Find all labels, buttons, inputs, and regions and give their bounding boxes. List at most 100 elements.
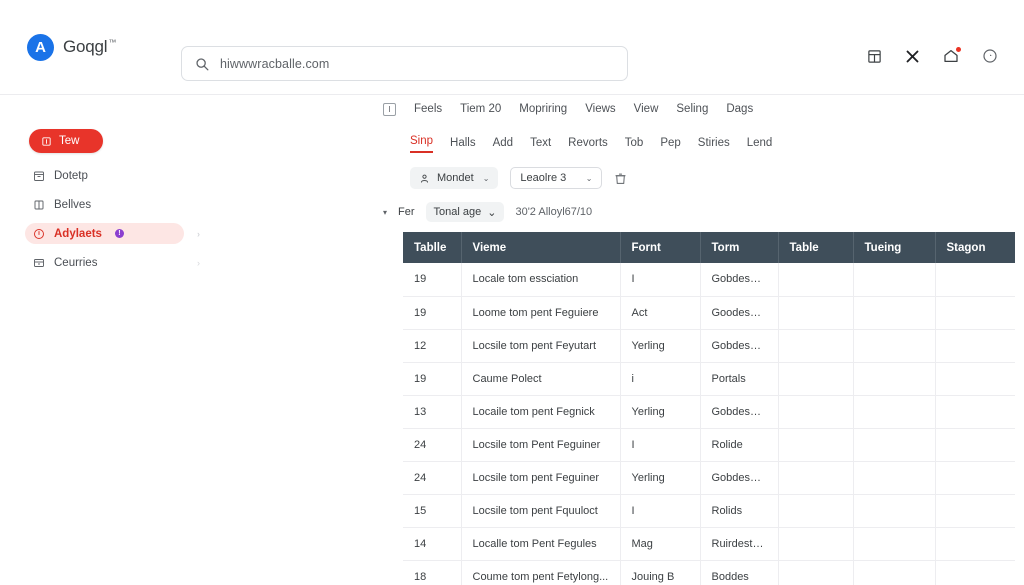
menu-item-view[interactable]: View — [634, 103, 659, 115]
leaolre-select-dropdown[interactable]: Leaolre 3 ⌄ — [510, 167, 603, 189]
cell-tueing — [853, 296, 936, 330]
person-filter-label: Mondet — [437, 172, 474, 184]
cell-stagon — [935, 263, 1015, 297]
cell-tueing — [853, 428, 936, 462]
sidebar-item-bellves[interactable]: Bellves — [29, 194, 184, 215]
cell-tablle: 19 — [403, 362, 462, 396]
cell-stagon — [935, 428, 1015, 462]
app-header: A Goqgl™ hiwwwracballe.com — [0, 0, 1024, 95]
column-header-vieme[interactable]: Vieme — [461, 232, 621, 263]
data-table-container: Tablle Vieme Fornt Torm Table Tueing Sta… — [403, 232, 1015, 585]
alert-circle-icon — [34, 228, 44, 239]
tab-halls[interactable]: Halls — [450, 137, 476, 153]
sidebar-item-label: Adylaets — [54, 227, 102, 240]
sidebar: Tew Dotetp Bellves Adylaets ! › Ceurries… — [0, 95, 200, 585]
table-row[interactable]: 14 Localle tom Pent Fegules Mag Ruirdest… — [403, 527, 1015, 561]
table-row[interactable]: 12 Locsile tom pent Feyutart Yerling Gob… — [403, 329, 1015, 363]
cell-vieme: Locsile tom Pent Feguiner — [461, 428, 621, 462]
cell-table — [778, 527, 854, 561]
cell-tablle: 12 — [403, 329, 462, 363]
table-row[interactable]: 18 Coume tom pent Fetylong... Jouing B B… — [403, 560, 1015, 585]
column-header-tablle[interactable]: Tablle — [403, 232, 462, 263]
table-row[interactable]: 13 Locaile tom pent Fegnick Yerling Gobd… — [403, 395, 1015, 429]
sidebar-nav: Dotetp Bellves Adylaets ! › Ceurries › — [0, 165, 200, 273]
column-header-stagon[interactable]: Stagon — [935, 232, 1015, 263]
menu-item-dags[interactable]: Dags — [726, 103, 753, 115]
cell-table — [778, 428, 854, 462]
tonal-age-dropdown[interactable]: Tonal age ⌄ — [425, 202, 505, 222]
menu-item-tiem-20[interactable]: Tiem 20 — [460, 103, 501, 115]
cell-stagon — [935, 395, 1015, 429]
cell-fornt: Mag — [620, 527, 701, 561]
cell-fornt: I — [620, 428, 701, 462]
cell-fornt: Jouing B — [620, 560, 701, 585]
search-input[interactable]: hiwwwracballe.com — [181, 46, 628, 81]
sidebar-item-badge: ! — [114, 229, 124, 238]
tab-stiries[interactable]: Stiries — [698, 137, 730, 153]
table-row[interactable]: 19 Caume Polect i Portals — [403, 362, 1015, 396]
home-icon[interactable] — [943, 47, 961, 64]
cell-vieme: Loome tom pent Feguiere — [461, 296, 621, 330]
sidebar-item-dotetp[interactable]: Dotetp — [29, 165, 184, 186]
tab-pep[interactable]: Pep — [660, 137, 680, 153]
cell-torm: Boddes — [700, 560, 779, 585]
cell-tueing — [853, 461, 936, 495]
column-header-torm[interactable]: Torm — [700, 232, 779, 263]
cell-stagon — [935, 494, 1015, 528]
sidebar-item-adylaets[interactable]: Adylaets ! › — [25, 223, 200, 244]
close-icon[interactable] — [905, 49, 920, 64]
table-row[interactable]: 24 Locsile tom pent Feguiner Yerling Gob… — [403, 461, 1015, 495]
header-actions — [867, 47, 998, 64]
grid-icon[interactable] — [867, 49, 882, 64]
menu-square-icon[interactable]: I — [383, 102, 396, 116]
menu-item-seling[interactable]: Seling — [676, 103, 708, 115]
table-row[interactable]: 15 Locsile tom pent Fquuloct I Rolids — [403, 494, 1015, 528]
new-button[interactable]: Tew — [29, 129, 103, 153]
trash-icon[interactable] — [614, 172, 627, 185]
chevron-down-icon: ⌄ — [482, 173, 490, 183]
cell-table — [778, 395, 854, 429]
menu-item-mopriring[interactable]: Mopriring — [519, 103, 567, 115]
cell-fornt: i — [620, 362, 701, 396]
avatar-icon[interactable] — [982, 48, 998, 64]
table-row[interactable]: 24 Locsile tom Pent Feguiner I Rolide — [403, 428, 1015, 462]
cell-torm: Gobdescte decguum — [700, 395, 779, 429]
tab-lend[interactable]: Lend — [747, 137, 773, 153]
trademark-symbol: ™ — [108, 38, 117, 48]
cell-fornt: I — [620, 263, 701, 297]
brand-text: Goqgl — [63, 37, 108, 56]
search-value: hiwwwracballe.com — [220, 56, 330, 71]
cell-fornt: Yerling — [620, 461, 701, 495]
table-row[interactable]: 19 Locale tom essciation I Gobdescte dec… — [403, 263, 1015, 297]
brand-logo[interactable]: A Goqgl™ — [27, 33, 167, 61]
column-header-tueing[interactable]: Tueing — [853, 232, 936, 263]
tab-tob[interactable]: Tob — [625, 137, 644, 153]
cell-tueing — [853, 560, 936, 585]
column-header-fornt[interactable]: Fornt — [620, 232, 701, 263]
cell-tueing — [853, 494, 936, 528]
cell-torm: Portals — [700, 362, 779, 396]
tab-add[interactable]: Add — [493, 137, 513, 153]
collapse-triangle-icon[interactable]: ▾ — [383, 208, 387, 217]
tab-revorts[interactable]: Revorts — [568, 137, 608, 153]
plus-box-icon — [42, 136, 51, 146]
tab-text[interactable]: Text — [530, 137, 551, 153]
cell-fornt: I — [620, 494, 701, 528]
cell-tablle: 19 — [403, 263, 462, 297]
menubar: I Feels Tiem 20 Mopriring Views View Sel… — [200, 95, 1024, 123]
logo-icon: A — [27, 33, 54, 61]
chevron-down-icon: ⌄ — [487, 206, 497, 219]
menu-item-feels[interactable]: Feels — [414, 103, 442, 115]
table-row[interactable]: 19 Loome tom pent Feguiere Act Goodescte… — [403, 296, 1015, 330]
cell-tueing — [853, 362, 936, 396]
tonal-age-label: Tonal age — [433, 206, 482, 218]
person-filter-dropdown[interactable]: Mondet ⌄ — [410, 167, 499, 189]
column-header-table[interactable]: Table — [778, 232, 854, 263]
cell-stagon — [935, 560, 1015, 585]
menu-item-views[interactable]: Views — [585, 103, 615, 115]
sidebar-item-ceurries[interactable]: Ceurries › — [29, 252, 200, 273]
tab-sinp[interactable]: Sinp — [410, 135, 434, 153]
cell-fornt: Yerling — [620, 329, 701, 363]
cell-vieme: Locsile tom pent Feyutart — [461, 329, 621, 363]
cell-torm: Ruirdestorm Corgiegeply... — [700, 527, 779, 561]
